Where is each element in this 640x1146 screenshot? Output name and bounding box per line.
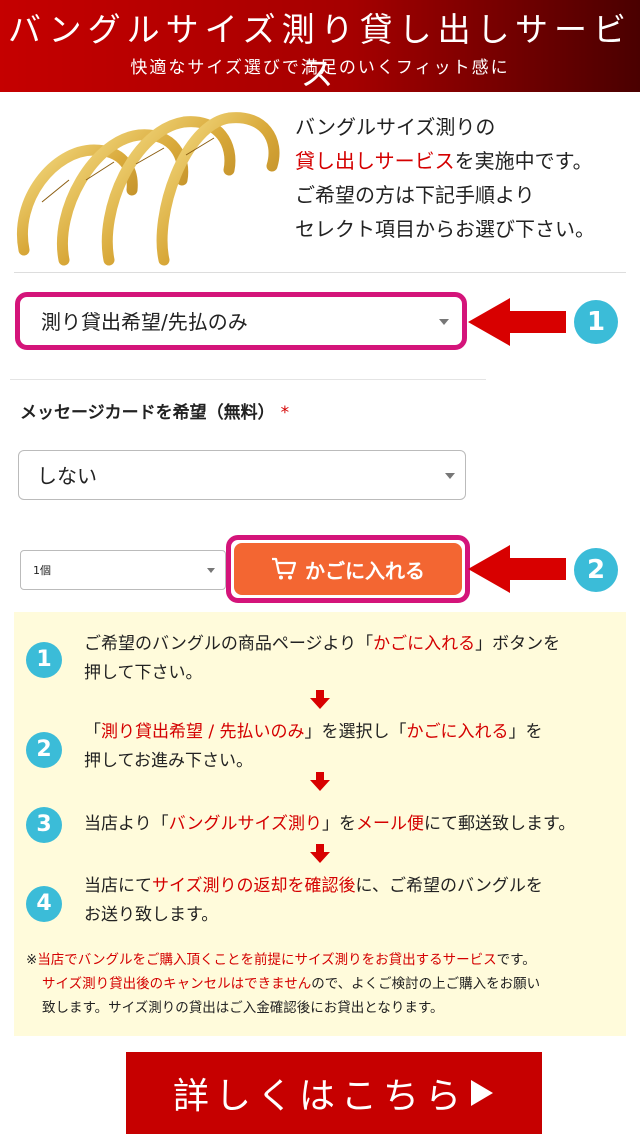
- intro-line-4: セレクト項目からお選び下さい。: [295, 217, 595, 241]
- cart-icon: [272, 557, 297, 580]
- intro-rental-service-highlight: 貸し出しサービス: [295, 149, 455, 173]
- step-text-highlight: かごに入れる: [373, 634, 476, 654]
- required-mark: *: [280, 403, 290, 423]
- header-banner: バングルサイズ測り貸し出しサービス 快適なサイズ選びで満足のいくフィット感に: [0, 0, 640, 93]
- step-text-part: に、ご希望のバングルを: [355, 876, 543, 896]
- chevron-down-icon: [445, 473, 455, 479]
- message-card-select[interactable]: しない: [18, 450, 466, 500]
- step-text-highlight: かごに入れる: [406, 722, 509, 742]
- more-details-button[interactable]: 詳しくはこちら: [126, 1052, 542, 1134]
- step-1-badge: 1: [26, 642, 62, 678]
- step-3-text: 当店より「バングルサイズ測り」をメール便にて郵送致します。: [84, 810, 575, 839]
- step-text-highlight: サイズ測りの返却を確認後: [152, 876, 356, 896]
- add-to-cart-label: かごに入れる: [305, 558, 425, 583]
- intro-line-2-rest: を実施中です。: [454, 149, 593, 173]
- message-card-label: メッセージカードを希望（無料） *: [20, 400, 289, 426]
- step-text-part: 」を: [508, 722, 543, 742]
- play-triangle-icon: [471, 1080, 493, 1106]
- notice-text-part: です。: [496, 952, 536, 968]
- notice-highlight: サイズ測り貸出後のキャンセルはできません: [42, 976, 312, 992]
- step-text-line-2: 押して下さい。: [84, 663, 203, 683]
- step-text-part: 」を選択し「: [304, 722, 407, 742]
- step-text-part: 」ボタンを: [475, 634, 561, 654]
- message-card-label-text: メッセージカードを希望（無料）: [20, 403, 275, 423]
- step-text-part: 当店より「: [84, 814, 169, 834]
- step-4-badge: 4: [26, 886, 62, 922]
- more-details-label: 詳しくはこちら: [172, 1076, 467, 1117]
- quantity-select[interactable]: 1個: [20, 550, 226, 590]
- step-text-highlight: バングルサイズ測り: [168, 814, 323, 834]
- intro-text: バングルサイズ測りの 貸し出しサービスを実施中です。 ご希望の方は下記手順より …: [295, 110, 635, 246]
- steps-panel: 1 ご希望のバングルの商品ページより「かごに入れる」ボタンを 押して下さい。 2…: [14, 612, 626, 1036]
- badge-step-1: 1: [574, 300, 618, 344]
- step-3-badge: 3: [26, 807, 62, 843]
- step-text-highlight: 測り貸出希望 / 先払いのみ: [101, 722, 305, 742]
- down-arrow-icon: [310, 690, 330, 709]
- divider: [10, 379, 486, 380]
- page-subtitle: 快適なサイズ選びで満足のいくフィット感に: [130, 58, 510, 78]
- page-title: バングルサイズ測り貸し出しサービス: [8, 10, 632, 93]
- down-arrow-icon: [310, 844, 330, 863]
- step-4-text: 当店にてサイズ測りの返却を確認後に、ご希望のバングルを お送り致します。: [84, 872, 543, 930]
- step-text-highlight: メール便: [356, 814, 425, 834]
- step-text-part: ご希望のバングルの商品ページより「: [84, 634, 374, 654]
- pointer-arrow-icon: [468, 545, 566, 593]
- divider: [14, 272, 626, 273]
- step-2-text: 「測り貸出希望 / 先払いのみ」を選択し「かごに入れる」を 押してお進み下さい。: [84, 718, 543, 776]
- gold-bangles-image: [17, 112, 280, 266]
- down-arrow-icon: [310, 772, 330, 791]
- notice-highlight: 当店でバングルをご購入頂くことを前提にサイズ測りをお貸出するサービス: [37, 952, 497, 968]
- intro-line-2: 貸し出しサービスを実施中です。: [295, 144, 635, 178]
- intro-line-3: ご希望の方は下記手順より: [295, 183, 535, 207]
- step-text-part: 当店にて: [84, 876, 152, 896]
- quantity-value: 1個: [33, 564, 51, 577]
- rental-option-select[interactable]: 測り貸出希望/先払のみ: [22, 298, 460, 344]
- chevron-down-icon: [207, 568, 215, 573]
- step-text-part: 「: [84, 722, 101, 742]
- step-2-badge: 2: [26, 732, 62, 768]
- step-text-part: にて郵送致します。: [424, 814, 576, 834]
- intro-line-1: バングルサイズ測りの: [295, 115, 496, 139]
- step-text-line-2: お送り致します。: [84, 905, 219, 925]
- badge-step-2: 2: [574, 548, 618, 592]
- step-text-part: 」を: [322, 814, 357, 834]
- notice-mark: ※: [26, 952, 38, 968]
- notice-text-part: ので、よくご検討の上ご購入をお願い: [311, 976, 541, 992]
- message-card-value: しない: [37, 464, 97, 488]
- add-to-cart-button[interactable]: かごに入れる: [234, 543, 462, 595]
- step-1-text: ご希望のバングルの商品ページより「かごに入れる」ボタンを 押して下さい。: [84, 630, 560, 688]
- rental-option-value: 測り貸出希望/先払のみ: [41, 310, 248, 334]
- chevron-down-icon: [439, 319, 449, 325]
- notice-text-part: 致します。サイズ測りの貸出はご入金確認後にお貸出となります。: [42, 1000, 444, 1016]
- pointer-arrow-icon: [468, 298, 566, 346]
- notice-text: ※当店でバングルをご購入頂くことを前提にサイズ測りをお貸出するサービスです。 サ…: [26, 948, 622, 1020]
